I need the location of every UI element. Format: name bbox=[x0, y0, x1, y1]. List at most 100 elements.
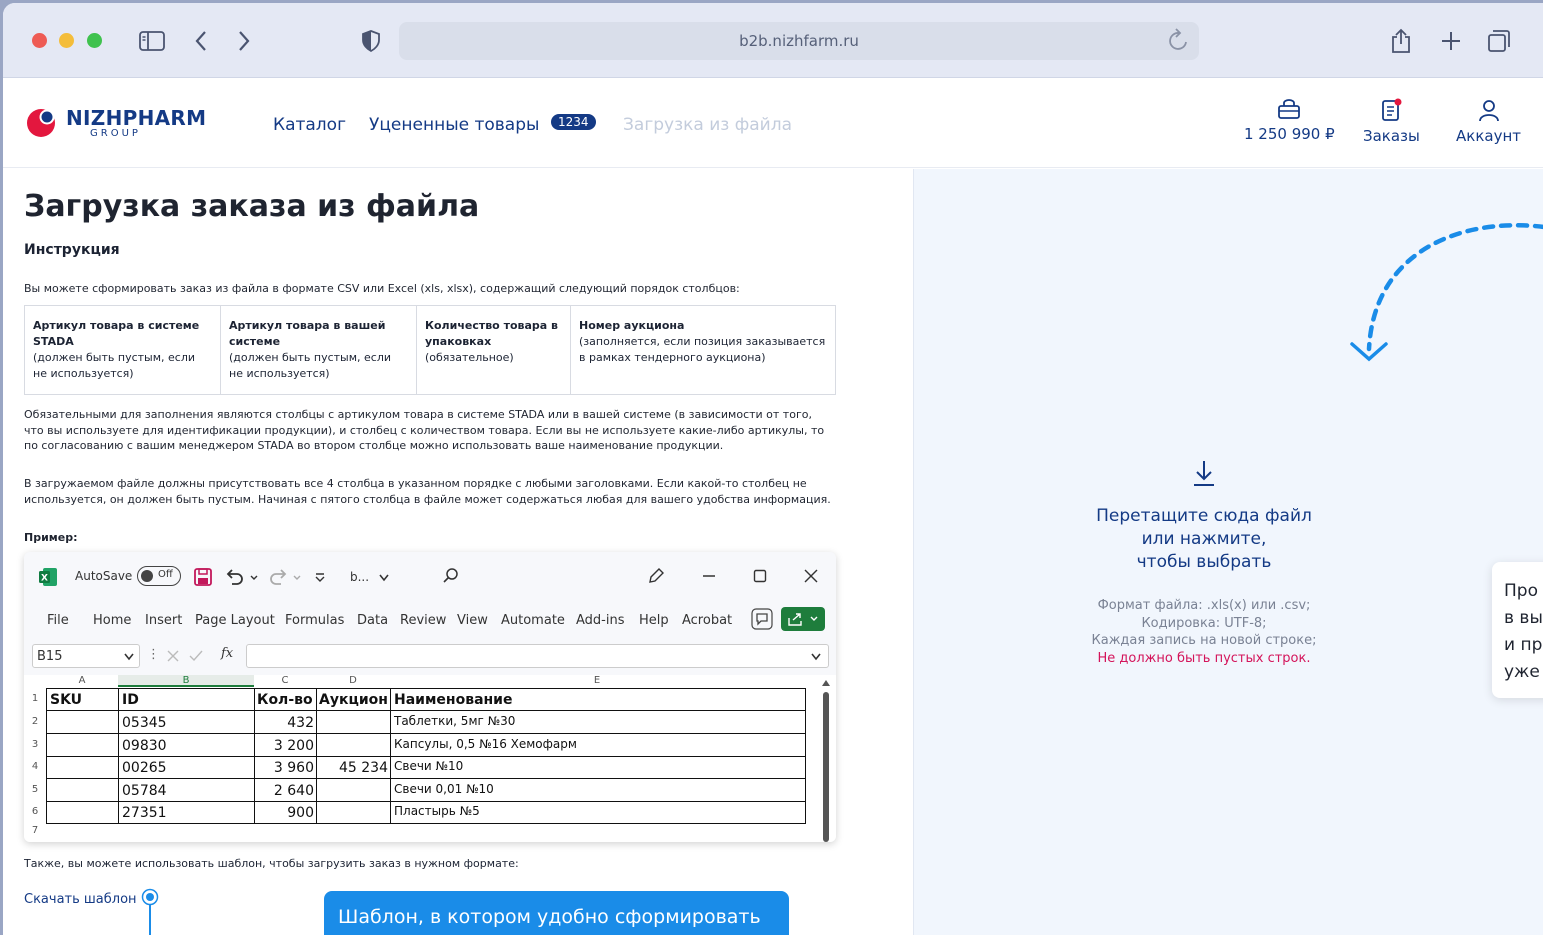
side-card-line: и пр bbox=[1504, 635, 1543, 655]
back-icon[interactable] bbox=[186, 26, 216, 56]
formula-bar-input[interactable] bbox=[246, 644, 829, 668]
ribbon-tab-view[interactable]: View bbox=[457, 613, 488, 628]
undo-icon[interactable] bbox=[225, 568, 261, 586]
new-tab-icon[interactable] bbox=[1436, 26, 1466, 56]
share-button[interactable] bbox=[781, 607, 825, 631]
nav-discounted[interactable]: Уцененные товары bbox=[369, 115, 539, 135]
table-cell[interactable]: 2 640 bbox=[256, 783, 314, 799]
spreadsheet-grid[interactable]: A B C D E 1 2 3 4 5 6 7 SKU ID Кол-во Ау… bbox=[24, 675, 836, 842]
header-cell-sku[interactable]: SKU bbox=[50, 692, 82, 708]
cart-button[interactable]: 1 250 990 ₽ bbox=[1244, 98, 1335, 143]
pen-icon[interactable] bbox=[646, 566, 666, 586]
vertical-scrollbar[interactable] bbox=[823, 692, 829, 842]
name-box[interactable]: B15 bbox=[32, 644, 140, 668]
column-letter[interactable]: C bbox=[254, 675, 316, 686]
formula-bar-handle-icon[interactable]: ⋮ bbox=[147, 647, 160, 662]
download-icon bbox=[1194, 461, 1214, 486]
ribbon-tab-file[interactable]: File bbox=[47, 613, 69, 628]
header-cell-qty[interactable]: Кол-во bbox=[257, 692, 313, 708]
grid-line bbox=[390, 688, 391, 824]
close-window-button[interactable] bbox=[32, 33, 47, 48]
redo-icon[interactable] bbox=[268, 568, 304, 586]
row-number[interactable]: 3 bbox=[24, 739, 46, 750]
privacy-shield-icon[interactable] bbox=[356, 26, 386, 56]
forward-icon[interactable] bbox=[229, 26, 259, 56]
table-cell[interactable]: Свечи №10 bbox=[394, 759, 463, 773]
sidebar-toggle-icon[interactable] bbox=[137, 26, 167, 56]
table-cell[interactable]: 3 200 bbox=[256, 738, 314, 754]
table-cell[interactable]: 00265 bbox=[122, 760, 167, 776]
tab-overview-icon[interactable] bbox=[1484, 26, 1514, 56]
ribbon-tab-data[interactable]: Data bbox=[357, 613, 388, 628]
reload-icon[interactable] bbox=[1167, 28, 1191, 58]
zoom-window-button[interactable] bbox=[87, 33, 102, 48]
table-cell[interactable]: Свечи 0,01 №10 bbox=[394, 782, 494, 796]
ribbon-tab-review[interactable]: Review bbox=[400, 613, 446, 628]
customize-toolbar-icon[interactable] bbox=[314, 572, 326, 584]
insert-function-icon[interactable]: fx bbox=[221, 646, 233, 661]
row-number[interactable]: 2 bbox=[24, 716, 46, 727]
column-note: (должен быть пустым, если не используетс… bbox=[33, 351, 196, 380]
row-number[interactable]: 1 bbox=[24, 693, 46, 704]
table-cell[interactable]: 05784 bbox=[122, 783, 167, 799]
table-cell[interactable]: 05345 bbox=[122, 715, 167, 731]
share-icon[interactable] bbox=[1386, 26, 1416, 56]
nav-catalog[interactable]: Каталог bbox=[273, 115, 346, 135]
search-icon[interactable] bbox=[442, 567, 460, 585]
table-cell[interactable]: 3 960 bbox=[256, 760, 314, 776]
table-cell[interactable]: 09830 bbox=[122, 738, 167, 754]
table-cell[interactable]: Пластырь №5 bbox=[394, 804, 480, 818]
nizhpharm-logo[interactable]: NIZHPHARM GROUP bbox=[25, 103, 235, 143]
ribbon-tab-automate[interactable]: Automate bbox=[501, 613, 565, 628]
download-template-link[interactable]: Скачать шаблон bbox=[24, 888, 159, 907]
ribbon-tab-page-layout[interactable]: Page Layout bbox=[195, 613, 275, 628]
autosave-toggle[interactable]: Off bbox=[137, 566, 181, 586]
address-bar[interactable]: b2b.nizhfarm.ru bbox=[399, 22, 1199, 60]
row-number[interactable]: 4 bbox=[24, 761, 46, 772]
table-cell[interactable]: Капсулы, 0,5 №16 Хемофарм bbox=[394, 737, 577, 751]
chevron-down-icon[interactable] bbox=[378, 573, 390, 583]
account-button[interactable]: Аккаунт bbox=[1456, 98, 1521, 145]
column-letter[interactable]: D bbox=[316, 675, 390, 686]
browser-titlebar: b2b.nizhfarm.ru bbox=[3, 3, 1543, 78]
header-cell-name[interactable]: Наименование bbox=[394, 692, 513, 708]
table-cell[interactable]: 432 bbox=[256, 715, 314, 731]
file-name[interactable]: b... bbox=[350, 570, 369, 584]
column-letter[interactable]: B bbox=[118, 675, 254, 686]
minimize-window-button[interactable] bbox=[59, 33, 74, 48]
file-format-hint: Формат файла: .xls(x) или .csv; bbox=[1097, 598, 1311, 613]
row-number[interactable]: 5 bbox=[24, 784, 46, 795]
row-number[interactable]: 7 bbox=[24, 825, 46, 836]
header-cell-auction[interactable]: Аукцион bbox=[319, 692, 388, 708]
minimize-icon[interactable] bbox=[701, 568, 717, 584]
table-cell[interactable]: 900 bbox=[256, 805, 314, 821]
ribbon-tab-formulas[interactable]: Formulas bbox=[285, 613, 344, 628]
maximize-icon[interactable] bbox=[752, 568, 768, 584]
close-icon[interactable] bbox=[803, 568, 819, 584]
ribbon-tab-add-ins[interactable]: Add-ins bbox=[576, 613, 624, 628]
chevron-down-icon[interactable] bbox=[810, 652, 822, 662]
ribbon-tab-help[interactable]: Help bbox=[639, 613, 669, 628]
grid-line bbox=[46, 733, 806, 734]
ribbon-tab-home[interactable]: Home bbox=[93, 613, 131, 628]
ribbon-tab-insert[interactable]: Insert bbox=[145, 613, 182, 628]
table-cell[interactable]: 27351 bbox=[122, 805, 167, 821]
orders-button[interactable]: Заказы bbox=[1363, 98, 1420, 145]
hint-marker-icon[interactable] bbox=[141, 888, 159, 906]
column-letter[interactable]: A bbox=[46, 675, 118, 686]
save-icon[interactable] bbox=[194, 568, 212, 586]
column-letter[interactable]: E bbox=[390, 675, 804, 686]
nav-upload-from-file[interactable]: Загрузка из файла bbox=[623, 115, 792, 135]
row-number[interactable]: 6 bbox=[24, 806, 46, 817]
ribbon-tab-acrobat[interactable]: Acrobat bbox=[682, 613, 732, 628]
column-title: Количество товара в упаковках bbox=[425, 319, 558, 348]
column-title: Артикул товара в системе STADA bbox=[33, 319, 200, 348]
table-cell[interactable]: Таблетки, 5мг №30 bbox=[394, 714, 515, 728]
scroll-up-icon[interactable] bbox=[821, 679, 831, 687]
header-cell-id[interactable]: ID bbox=[122, 692, 139, 708]
comments-icon[interactable] bbox=[751, 608, 773, 630]
logo-brand-text: NIZHPHARM bbox=[66, 106, 207, 130]
chevron-down-icon[interactable] bbox=[123, 652, 135, 662]
table-cell[interactable]: 45 234 bbox=[318, 760, 388, 776]
file-drop-zone[interactable]: Перетащите сюда файл или нажмите, чтобы … bbox=[1054, 459, 1354, 667]
